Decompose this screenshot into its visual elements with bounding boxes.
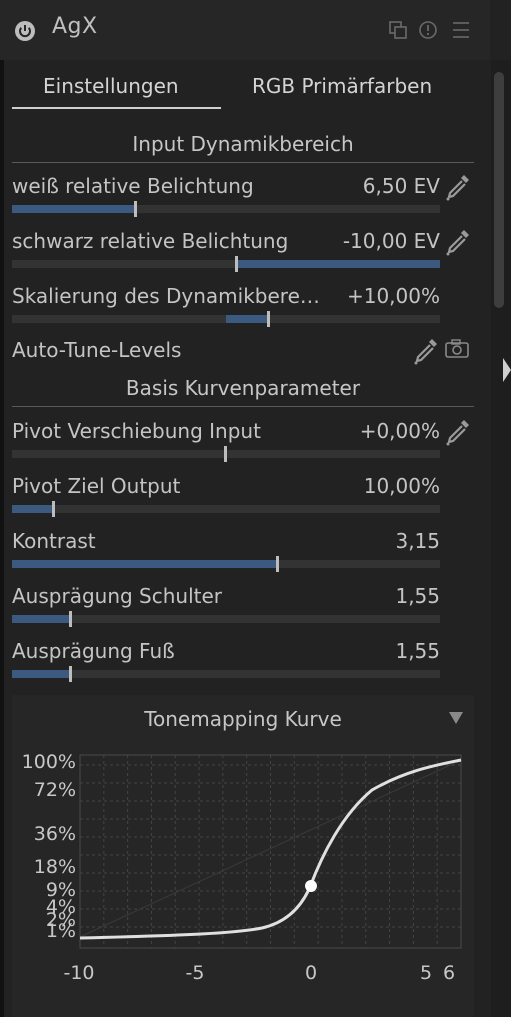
- y-tick-label: 36%: [34, 823, 76, 845]
- module-title: AgX: [52, 14, 98, 39]
- slider-knob[interactable]: [235, 256, 238, 272]
- slider-track[interactable]: [12, 611, 440, 627]
- color-picker-icon[interactable]: [444, 227, 472, 257]
- active-tab-indicator: [12, 107, 221, 109]
- slider-knob[interactable]: [134, 201, 137, 217]
- slider-knob[interactable]: [69, 666, 72, 682]
- power-icon[interactable]: [14, 20, 36, 42]
- slider-skalierung-dynamikbereich[interactable]: Skalierung des Dynamikbere… +10,00%: [12, 284, 440, 334]
- slider-fill: [12, 560, 277, 568]
- slider-track[interactable]: [12, 666, 440, 682]
- slider-label: Skalierung des Dynamikbere…: [12, 284, 320, 308]
- slider-label: weiß relative Belichtung: [12, 174, 254, 198]
- slider-knob[interactable]: [52, 501, 55, 517]
- section-divider: [12, 162, 474, 163]
- slider-label: Ausprägung Fuß: [12, 639, 175, 663]
- section-basis-kurvenparameter: Basis Kurvenparameter: [125, 376, 361, 400]
- hamburger-menu-icon[interactable]: [451, 20, 471, 40]
- slider-value: -10,00 EV: [342, 229, 440, 253]
- slider-fill: [12, 205, 135, 213]
- panel-collapse-arrow-icon[interactable]: [503, 358, 511, 382]
- slider-fill: [226, 315, 269, 323]
- slider-value: +10,00%: [346, 284, 440, 308]
- slider-pivot-verschiebung-input[interactable]: Pivot Verschiebung Input +0,00%: [12, 419, 440, 469]
- slider-fill: [236, 260, 440, 268]
- slider-knob[interactable]: [267, 311, 270, 327]
- slider-knob[interactable]: [69, 611, 72, 627]
- module-panel: AgX Einstellungen RGB Primärfarben Input…: [0, 0, 511, 1017]
- slider-value: +0,00%: [359, 419, 440, 443]
- slider-track[interactable]: [12, 256, 440, 272]
- color-picker-icon[interactable]: [412, 336, 440, 366]
- x-tick-label: 5: [420, 962, 432, 984]
- slider-weiss-relative-belichtung[interactable]: weiß relative Belichtung 6,50 EV: [12, 174, 440, 224]
- scrollbar-thumb[interactable]: [494, 72, 504, 308]
- module-header[interactable]: AgX: [0, 0, 490, 60]
- slider-label: Ausprägung Schulter: [12, 584, 223, 608]
- presets-icon[interactable]: [388, 20, 408, 40]
- tonemapping-curve-section: Tonemapping Kurve 100% 72% 36% 18% 9% 4%…: [12, 695, 474, 1017]
- y-tick-label: 72%: [34, 779, 76, 801]
- slider-value: 6,50 EV: [362, 174, 440, 198]
- slider-track[interactable]: [12, 556, 440, 572]
- tab-einstellungen[interactable]: Einstellungen: [43, 74, 179, 98]
- slider-track[interactable]: [12, 201, 440, 217]
- slider-auspraegung-schulter[interactable]: Ausprägung Schulter 1,55: [12, 584, 440, 634]
- slider-value: 1,55: [395, 639, 440, 663]
- slider-pivot-ziel-output[interactable]: Pivot Ziel Output 10,00%: [12, 474, 440, 524]
- slider-fill: [12, 670, 70, 678]
- curve-y-axis: 100% 72% 36% 18% 9% 4% 2% 1%: [22, 751, 76, 942]
- tonemapping-curve-graph[interactable]: 100% 72% 36% 18% 9% 4% 2% 1% -10 -5 0 5 …: [12, 695, 474, 1017]
- slider-fill: [12, 615, 70, 623]
- x-tick-label: 6: [443, 962, 455, 984]
- slider-kontrast[interactable]: Kontrast 3,15: [12, 529, 440, 579]
- slider-label: schwarz relative Belichtung: [12, 229, 289, 253]
- slider-track[interactable]: [12, 311, 440, 327]
- slider-track[interactable]: [12, 446, 440, 462]
- tab-rgb-primaerfarben[interactable]: RGB Primärfarben: [252, 74, 432, 98]
- slider-knob[interactable]: [224, 446, 227, 462]
- pivot-point[interactable]: [305, 880, 317, 892]
- slider-knob[interactable]: [276, 556, 279, 572]
- section-divider: [12, 406, 474, 407]
- y-tick-label: 1%: [46, 920, 76, 942]
- curve-grid: [79, 754, 462, 949]
- y-tick-label: 100%: [22, 751, 76, 773]
- slider-label: Kontrast: [12, 529, 96, 553]
- color-picker-icon[interactable]: [444, 172, 472, 202]
- x-tick-label: -5: [186, 962, 205, 984]
- reset-icon[interactable]: [418, 20, 438, 40]
- slider-value: 1,55: [395, 584, 440, 608]
- x-tick-label: -10: [63, 962, 94, 984]
- section-input-dynamikbereich: Input Dynamikbereich: [132, 132, 354, 156]
- slider-label: Pivot Ziel Output: [12, 474, 181, 498]
- slider-value: 10,00%: [363, 474, 440, 498]
- x-tick-label: 0: [305, 962, 317, 984]
- color-picker-icon[interactable]: [444, 417, 472, 447]
- slider-fill: [12, 505, 54, 513]
- panel-edge: [0, 0, 4, 1017]
- camera-icon[interactable]: [444, 338, 470, 360]
- slider-value: 3,15: [395, 529, 440, 553]
- y-tick-label: 18%: [34, 856, 76, 878]
- curve-x-axis: -10 -5 0 5 6: [63, 962, 455, 984]
- slider-schwarz-relative-belichtung[interactable]: schwarz relative Belichtung -10,00 EV: [12, 229, 440, 279]
- slider-auspraegung-fuss[interactable]: Ausprägung Fuß 1,55: [12, 639, 440, 689]
- slider-track[interactable]: [12, 501, 440, 517]
- auto-tune-levels-label: Auto-Tune-Levels: [12, 338, 182, 362]
- slider-label: Pivot Verschiebung Input: [12, 419, 261, 443]
